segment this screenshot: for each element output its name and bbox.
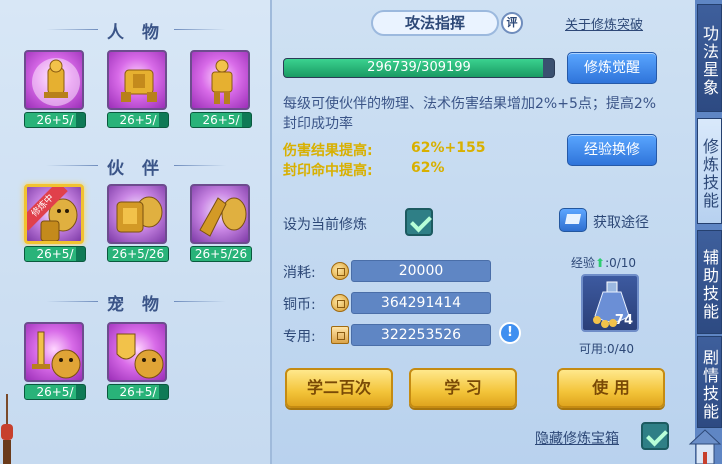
partner-slot-1[interactable]: 修炼中 26+5/ xyxy=(24,184,86,262)
pet-slot-1[interactable]: 26+5/ xyxy=(24,322,86,400)
learn-200-button[interactable]: 学二百次 xyxy=(285,368,393,408)
section-title-partners: 伙 伴 xyxy=(0,154,272,179)
golden-armor-icon[interactable] xyxy=(107,50,167,110)
obtain-way-link[interactable]: 获取途径 xyxy=(593,212,649,232)
tab-training-skills[interactable]: 修炼技能 xyxy=(697,118,722,224)
slot-level-text: 26+5/26 xyxy=(194,247,248,261)
slot-level-text: 26+5/ xyxy=(36,113,74,127)
right-tab-bar: 功法星象 修炼技能 辅助技能 剧情技能 xyxy=(695,0,722,464)
seal-stat: 封印命中提高: 62% xyxy=(283,160,445,180)
beast-armor-icon[interactable] xyxy=(107,184,167,244)
skill-slot-panel: 人 物 26+5/ 26+5/ 26+5/ 伙 伴 修炼中 26+5/ 26+5… xyxy=(0,0,272,464)
coin-icon xyxy=(331,262,349,280)
tab-story-skills[interactable]: 剧情技能 xyxy=(697,336,722,428)
use-button[interactable]: 使 用 xyxy=(557,368,665,408)
slot-level-text: 26+5/ xyxy=(119,113,157,127)
exchange-exp-button[interactable]: 经验换修 xyxy=(567,134,657,166)
comment-badge-button[interactable]: 评 xyxy=(501,12,523,34)
slot-level-text: 26+5/ xyxy=(202,113,240,127)
hide-chest-label[interactable]: 隐藏修炼宝箱 xyxy=(535,428,619,448)
lantern-decoration-icon xyxy=(1,394,13,464)
damage-stat-label: 伤害结果提高: xyxy=(283,143,373,159)
hide-chest-checkbox[interactable] xyxy=(641,422,669,450)
slot-level-text: 26+5/26 xyxy=(111,247,165,261)
tab-support-skills[interactable]: 辅助技能 xyxy=(697,230,722,334)
item-count: 74 xyxy=(614,313,633,328)
slot-level-bar: 26+5/ xyxy=(24,246,86,262)
slot-level-bar: 26+5/ xyxy=(190,112,252,128)
cost-label: 专用: xyxy=(283,329,316,345)
ticket-icon xyxy=(331,326,349,344)
beast-armor-icon[interactable]: 修炼中 xyxy=(24,184,84,244)
slot-level-bar: 26+5/ xyxy=(107,112,169,128)
exp-progress-text: 296739/309199 xyxy=(367,60,471,75)
golden-armor-icon[interactable] xyxy=(24,50,84,110)
coin-icon xyxy=(331,294,349,312)
golden-armor-icon[interactable] xyxy=(190,50,250,110)
breakthrough-info-link[interactable]: 关于修炼突破 xyxy=(565,14,643,33)
tab-skill-stars[interactable]: 功法星象 xyxy=(697,4,722,112)
section-title-characters: 人 物 xyxy=(0,18,272,43)
slot-level-text: 26+5/ xyxy=(36,385,74,399)
learn-button[interactable]: 学 习 xyxy=(409,368,517,408)
seal-stat-value: 62% xyxy=(411,160,445,176)
partner-slot-3[interactable]: 26+5/26 xyxy=(190,184,252,262)
slot-level-bar: 26+5/ xyxy=(24,112,86,128)
potion-item-slot[interactable]: 74 xyxy=(581,274,639,332)
cost-label: 消耗: xyxy=(283,265,316,281)
info-icon[interactable]: ! xyxy=(499,322,521,344)
slot-level-text: 26+5/ xyxy=(36,247,74,261)
awaken-training-button[interactable]: 修炼觉醒 xyxy=(567,52,657,84)
cost-value: 20000 xyxy=(351,260,491,282)
damage-stat: 伤害结果提高: 62%+155 xyxy=(283,140,485,160)
book-icon[interactable] xyxy=(559,208,587,232)
usable-count: 可用:0/40 xyxy=(579,342,634,356)
slot-level-bar: 26+5/ xyxy=(107,384,169,400)
pet-shield-icon[interactable] xyxy=(107,322,167,382)
pagoda-decoration-icon xyxy=(688,429,722,464)
cost-value: 364291414 xyxy=(351,292,491,314)
exp-counter-label: 经验⬆:0/10 xyxy=(571,256,637,270)
slot-level-bar: 26+5/26 xyxy=(107,246,169,262)
cost-label: 铜币: xyxy=(283,297,316,313)
slot-level-bar: 26+5/26 xyxy=(190,246,252,262)
partner-slot-2[interactable]: 26+5/26 xyxy=(107,184,169,262)
beast-gauntlet-icon[interactable] xyxy=(190,184,250,244)
section-title-pets: 宠 物 xyxy=(0,290,272,315)
seal-stat-label: 封印命中提高: xyxy=(283,163,373,179)
slot-level-text: 26+5/ xyxy=(119,385,157,399)
skill-description: 每级可使伙伴的物理、法术伤害结果增加2%+5点；提高2%封印成功率 xyxy=(283,96,657,132)
pet-slot-2[interactable]: 26+5/ xyxy=(107,322,169,400)
pet-sword-icon[interactable] xyxy=(24,322,84,382)
set-current-label: 设为当前修炼 xyxy=(283,217,367,233)
character-slot-2[interactable]: 26+5/ xyxy=(107,50,169,128)
training-detail-panel: 攻法指挥 评 关于修炼突破 296739/309199 修炼觉醒 每级可使伙伴的… xyxy=(275,0,695,464)
slot-level-bar: 26+5/ xyxy=(24,384,86,400)
damage-stat-value: 62%+155 xyxy=(411,140,486,156)
skill-title: 攻法指挥 xyxy=(371,10,499,36)
exp-progress-bar: 296739/309199 xyxy=(283,58,555,78)
cost-value: 322253526 xyxy=(351,324,491,346)
character-slot-1[interactable]: 26+5/ xyxy=(24,50,86,128)
character-slot-3[interactable]: 26+5/ xyxy=(190,50,252,128)
set-current-checkbox[interactable] xyxy=(405,208,433,236)
